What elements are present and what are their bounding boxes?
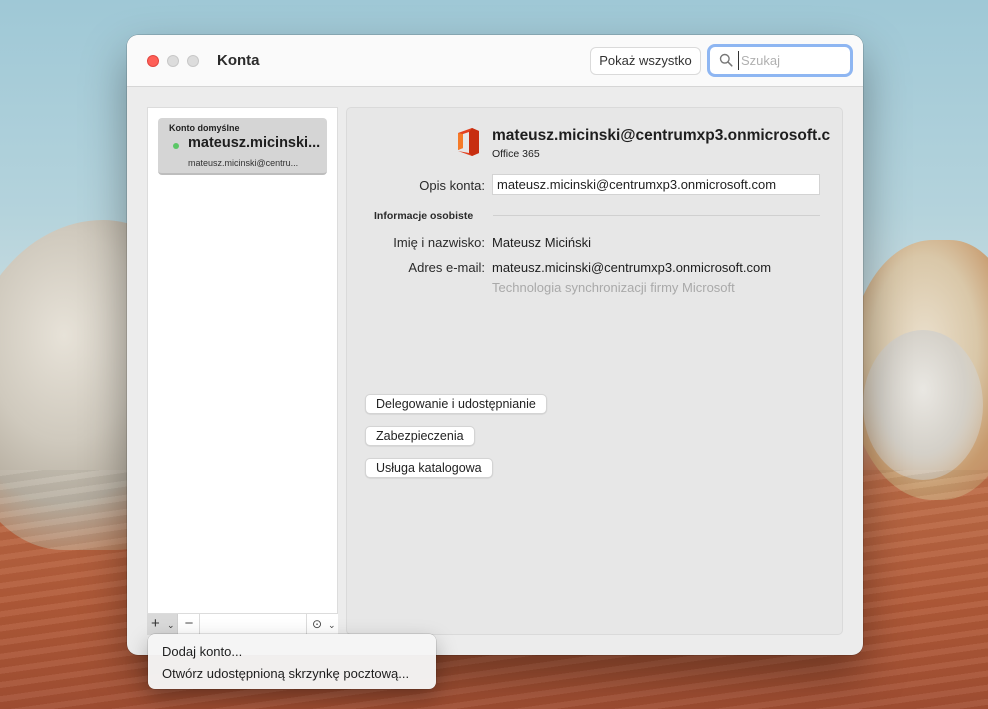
account-list-item[interactable]: Konto domyślne mateusz.micinski... mateu… (158, 118, 327, 175)
account-header-email: mateusz.micinski@centrumxp3.onmicrosoft.… (492, 127, 831, 144)
chevron-down-icon: ⌄ (328, 620, 336, 630)
more-options-button[interactable]: ⊙ ⌄ (306, 614, 338, 635)
remove-account-button[interactable]: − (179, 614, 200, 635)
menu-item-add-account[interactable]: Dodaj konto... (162, 644, 242, 659)
description-label: Opis konta: (419, 178, 485, 193)
search-icon (719, 53, 733, 67)
add-account-button[interactable]: + ⌄ (147, 614, 178, 635)
search-input[interactable] (738, 51, 846, 70)
titlebar: Konta Pokaż wszystko (127, 35, 863, 87)
account-email: mateusz.micinski@centru... (188, 158, 299, 168)
delegation-sharing-button[interactable]: Delegowanie i udostępnianie (365, 394, 547, 414)
show-all-button[interactable]: Pokaż wszystko (590, 47, 701, 75)
account-name: mateusz.micinski... (188, 135, 321, 151)
account-group-label: Konto domyślne (169, 123, 240, 133)
sync-technology-note: Technologia synchronizacji firmy Microso… (492, 280, 735, 295)
minimize-button[interactable] (167, 55, 179, 67)
close-button[interactable] (147, 55, 159, 67)
search-field[interactable] (707, 44, 853, 77)
personal-info-heading: Informacje osobiste (374, 210, 474, 222)
full-name-value: Mateusz Miciński (492, 235, 591, 250)
online-status-dot (173, 143, 179, 149)
account-detail-panel: mateusz.micinski@centrumxp3.onmicrosoft.… (346, 107, 843, 635)
accounts-sidebar: Konto domyślne mateusz.micinski... mateu… (147, 107, 338, 635)
account-type: Office 365 (492, 148, 540, 160)
window-title: Konta (217, 52, 260, 69)
plus-icon: + (151, 615, 160, 632)
security-button[interactable]: Zabezpieczenia (365, 426, 475, 446)
add-account-menu: Dodaj konto... Otwórz udostępnioną skrzy… (148, 634, 436, 689)
email-label: Adres e-mail: (408, 260, 485, 275)
sidebar-toolbar: + ⌄ − ⊙ ⌄ (147, 613, 338, 635)
directory-service-button[interactable]: Usługa katalogowa (365, 458, 493, 478)
section-divider (493, 215, 820, 216)
office365-icon (458, 128, 479, 156)
accounts-window: Konta Pokaż wszystko Konto domyślne mate… (127, 35, 863, 655)
zoom-button[interactable] (187, 55, 199, 67)
ellipsis-circle-icon: ⊙ (312, 617, 323, 631)
account-description-input[interactable] (492, 174, 820, 195)
email-value: mateusz.micinski@centrumxp3.onmicrosoft.… (492, 260, 772, 275)
chevron-down-icon: ⌄ (167, 620, 175, 630)
full-name-label: Imię i nazwisko: (393, 235, 485, 250)
desktop-rock-right-detail (863, 330, 983, 480)
menu-item-open-shared-mailbox[interactable]: Otwórz udostępnioną skrzynkę pocztową... (162, 666, 409, 681)
